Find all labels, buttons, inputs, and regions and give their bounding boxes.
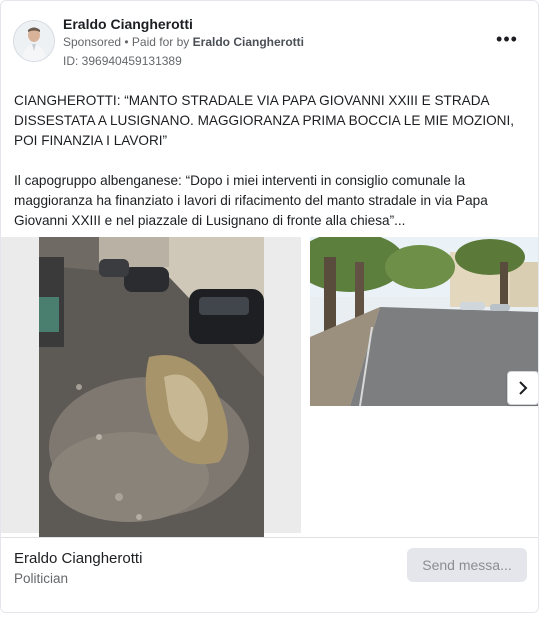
paid-for-name: Eraldo Ciangherotti bbox=[192, 35, 304, 49]
author-name[interactable]: Eraldo Ciangherotti bbox=[63, 16, 193, 32]
send-message-button[interactable]: Send messa... bbox=[407, 548, 527, 582]
page-category: Politician bbox=[14, 571, 69, 586]
post-paragraph-body: Il capogruppo albenganese: “Dopo i miei … bbox=[14, 173, 488, 228]
more-options-icon[interactable]: ••• bbox=[494, 30, 520, 51]
carousel-image-2[interactable] bbox=[295, 232, 538, 407]
sponsored-label: Sponsored bbox=[63, 35, 122, 49]
post-header: Eraldo Ciangherotti Sponsored • Paid for… bbox=[13, 13, 528, 71]
avatar[interactable] bbox=[13, 20, 55, 62]
carousel-image-1[interactable] bbox=[1, 237, 301, 537]
post-paragraph-headline: CIANGHEROTTI: “MANTO STRADALE VIA PAPA G… bbox=[14, 93, 515, 148]
image-carousel bbox=[1, 232, 538, 537]
cta-footer: Eraldo Ciangherotti Politician Send mess… bbox=[1, 537, 538, 612]
paid-for-prefix: • Paid for by bbox=[124, 35, 190, 49]
page-name[interactable]: Eraldo Ciangherotti bbox=[14, 550, 142, 567]
ad-id: ID: 396940459131389 bbox=[63, 54, 182, 68]
chevron-right-icon bbox=[519, 381, 528, 395]
carousel-next-button[interactable] bbox=[507, 371, 538, 405]
ad-post-card: Eraldo Ciangherotti Sponsored • Paid for… bbox=[0, 0, 539, 613]
post-text: CIANGHEROTTI: “MANTO STRADALE VIA PAPA G… bbox=[14, 91, 526, 251]
sponsored-line: Sponsored • Paid for by Eraldo Cianghero… bbox=[63, 35, 304, 49]
